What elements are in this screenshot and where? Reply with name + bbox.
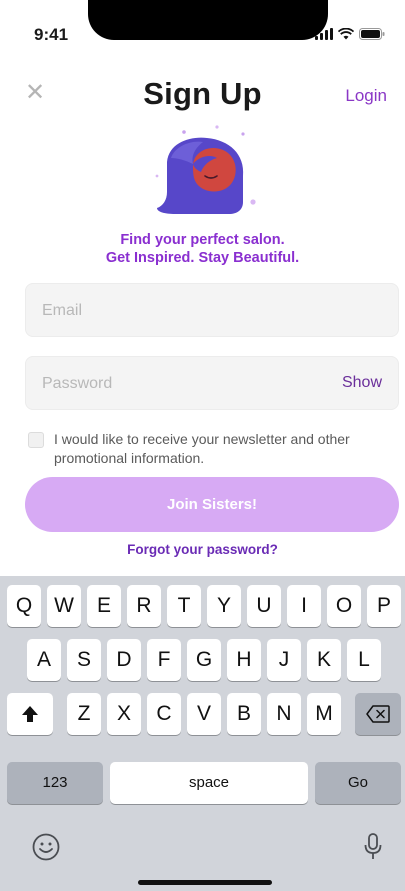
- key-c[interactable]: C: [147, 693, 181, 735]
- key-e[interactable]: E: [87, 585, 121, 627]
- key-f[interactable]: F: [147, 639, 181, 681]
- password-field[interactable]: [42, 357, 322, 411]
- battery-icon: [359, 28, 385, 40]
- newsletter-label: I would like to receive your newsletter …: [54, 431, 350, 466]
- forgot-password-link[interactable]: Forgot your password?: [0, 542, 405, 557]
- key-t[interactable]: T: [167, 585, 201, 627]
- newsletter-option: I would like to receive your newsletter …: [28, 430, 400, 468]
- go-key[interactable]: Go: [315, 762, 401, 804]
- page-title: Sign Up: [143, 76, 262, 111]
- keyboard: Q W E R T Y U I O P A S D F G H J K L Z …: [0, 576, 405, 891]
- key-r[interactable]: R: [127, 585, 161, 627]
- email-field-container: [25, 283, 399, 338]
- key-h[interactable]: H: [227, 639, 261, 681]
- shift-icon: [22, 706, 38, 722]
- show-password-button[interactable]: Show: [342, 374, 382, 392]
- key-p[interactable]: P: [367, 585, 401, 627]
- device-notch: [88, 0, 328, 40]
- backspace-key[interactable]: [355, 693, 401, 735]
- status-icons: [315, 28, 385, 40]
- key-n[interactable]: N: [267, 693, 301, 735]
- key-u[interactable]: U: [247, 585, 281, 627]
- status-bar: 9:41: [0, 0, 405, 50]
- key-q[interactable]: Q: [7, 585, 41, 627]
- key-g[interactable]: G: [187, 639, 221, 681]
- space-key[interactable]: space: [110, 762, 308, 804]
- microphone-icon[interactable]: [363, 832, 383, 862]
- key-v[interactable]: V: [187, 693, 221, 735]
- key-l[interactable]: L: [347, 639, 381, 681]
- key-a[interactable]: A: [27, 639, 61, 681]
- home-indicator: [138, 880, 272, 885]
- key-b[interactable]: B: [227, 693, 261, 735]
- key-m[interactable]: M: [307, 693, 341, 735]
- newsletter-checkbox[interactable]: [28, 432, 44, 448]
- key-x[interactable]: X: [107, 693, 141, 735]
- numbers-key[interactable]: 123: [7, 762, 103, 804]
- tagline: Find your perfect salon. Get Inspired. S…: [0, 231, 405, 267]
- key-z[interactable]: Z: [67, 693, 101, 735]
- password-field-container: Show: [25, 356, 399, 411]
- wifi-icon: [338, 28, 354, 40]
- key-w[interactable]: W: [47, 585, 81, 627]
- signal-icon: [315, 28, 333, 40]
- emoji-icon[interactable]: [31, 832, 61, 862]
- email-field[interactable]: [42, 284, 322, 338]
- key-k[interactable]: K: [307, 639, 341, 681]
- tagline-line-2: Get Inspired. Stay Beautiful.: [105, 250, 300, 266]
- key-y[interactable]: Y: [207, 585, 241, 627]
- shift-key[interactable]: [7, 693, 53, 735]
- key-s[interactable]: S: [67, 639, 101, 681]
- key-i[interactable]: I: [287, 585, 321, 627]
- salon-logo-illustration: [155, 125, 256, 214]
- key-j[interactable]: J: [267, 639, 301, 681]
- backspace-icon: [366, 705, 390, 723]
- key-d[interactable]: D: [107, 639, 141, 681]
- join-button[interactable]: Join Sisters!: [25, 477, 399, 532]
- key-o[interactable]: O: [327, 585, 361, 627]
- status-time: 9:41: [34, 25, 69, 44]
- tagline-line-1: Find your perfect salon.: [120, 232, 285, 248]
- login-link[interactable]: Login: [345, 86, 387, 106]
